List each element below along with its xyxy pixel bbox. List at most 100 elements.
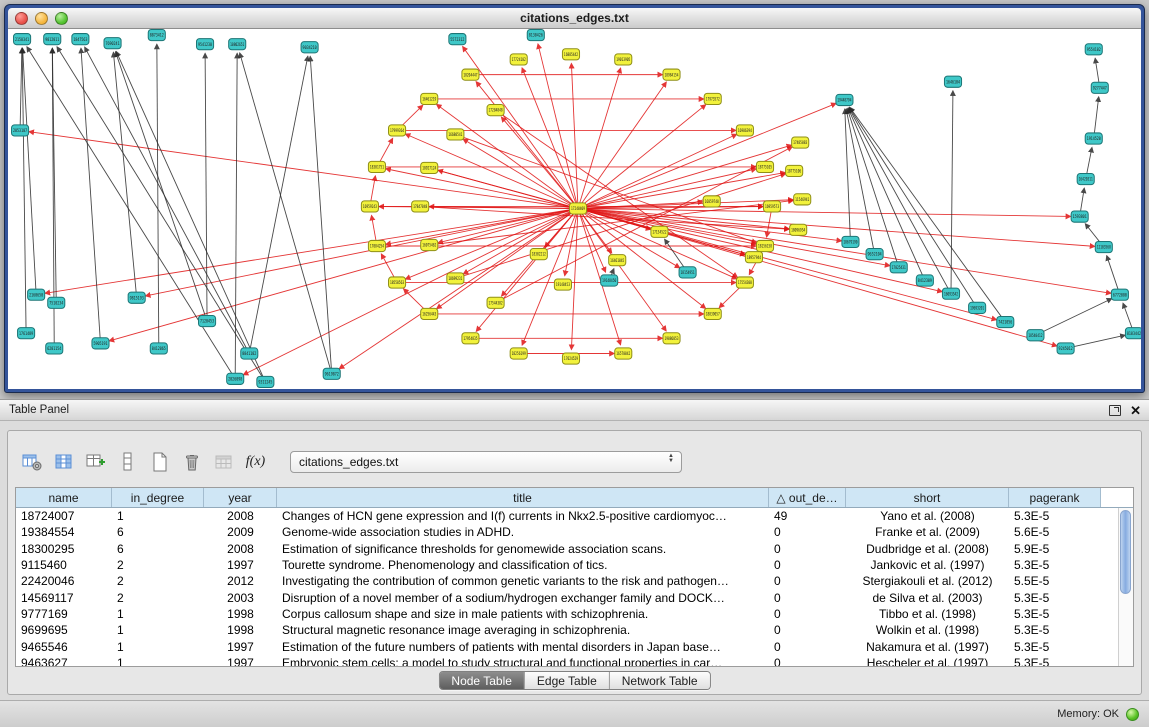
maximize-window-button[interactable] <box>55 12 68 25</box>
table-row[interactable]: 911546021997Tourette syndrome. Phenomeno… <box>16 557 1118 573</box>
graph-node[interactable]: 2160650 <box>28 289 45 300</box>
graph-node[interactable]: 17154522 <box>651 226 668 237</box>
graph-node[interactable]: 9652104 <box>866 249 883 260</box>
graph-edge[interactable] <box>22 48 26 333</box>
graph-node[interactable]: 10802651 <box>229 39 246 50</box>
graph-node[interactable]: 18156158 <box>756 240 773 251</box>
graph-node[interactable]: 2026098 <box>227 373 244 384</box>
graph-node[interactable]: 1593801 <box>1071 211 1088 222</box>
graph-node[interactable]: 17954835 <box>462 333 479 344</box>
tab-node-table[interactable]: Node Table <box>439 672 524 689</box>
table-row[interactable]: 969969511998Structural magnetic resonanc… <box>16 622 1118 638</box>
graph-edge[interactable] <box>845 109 851 242</box>
scrollbar-thumb[interactable] <box>1120 510 1131 594</box>
graph-node[interactable]: 16959573 <box>764 201 781 212</box>
graph-node[interactable]: 17544382 <box>487 297 504 308</box>
graph-node[interactable]: 16420311 <box>1077 174 1094 185</box>
graph-node[interactable]: 19148453 <box>554 279 571 290</box>
graph-edge[interactable] <box>438 208 578 242</box>
column-header-out_degree[interactable]: △ out_de… <box>769 488 846 507</box>
graph-node[interactable]: 16461045 <box>609 255 626 266</box>
delete-table-button[interactable] <box>178 449 205 476</box>
graph-node[interactable]: 18927124 <box>421 162 438 173</box>
graph-node[interactable]: 17485083 <box>792 137 809 148</box>
graph-node[interactable]: 1646104 <box>944 76 961 87</box>
graph-edge[interactable] <box>1094 97 1099 139</box>
graph-edge[interactable] <box>115 52 207 321</box>
table-row[interactable]: 1872400712008Changes of HCN gene express… <box>16 508 1118 524</box>
graph-edge[interactable] <box>240 53 332 374</box>
table-row[interactable]: 977716911998Corpus callosum shape and si… <box>16 606 1118 622</box>
column-header-short[interactable]: short <box>846 488 1009 507</box>
table-row[interactable]: 2242004622012Investigating the contribut… <box>16 573 1118 589</box>
graph-node[interactable]: 6772080 <box>1111 289 1128 300</box>
graph-edge[interactable] <box>578 208 737 278</box>
graph-node[interactable]: 19693201 <box>969 302 986 313</box>
graph-edge[interactable] <box>951 91 953 294</box>
graph-node[interactable]: 9012011 <box>44 34 61 45</box>
graph-node[interactable]: 16570042 <box>615 348 632 359</box>
graph-node[interactable]: 16075462 <box>421 239 438 250</box>
graph-node[interactable]: 18302212 <box>530 249 547 260</box>
graph-node[interactable]: 18679190 <box>842 236 859 247</box>
graph-node[interactable]: 16885442 <box>562 49 579 60</box>
graph-edge[interactable] <box>578 82 666 208</box>
graph-node[interactable]: 9245012 <box>1057 343 1074 354</box>
tab-edge-table[interactable]: Edge Table <box>524 672 609 689</box>
graph-edge[interactable] <box>109 208 578 340</box>
graph-node[interactable]: 19148450 <box>601 275 618 286</box>
create-column-button[interactable] <box>82 449 109 476</box>
row-height-button[interactable] <box>114 449 141 476</box>
graph-edge[interactable] <box>205 53 207 321</box>
graph-node[interactable]: 18540412 <box>1027 330 1044 341</box>
graph-node[interactable]: 18984154 <box>663 69 680 80</box>
graph-node[interactable]: 18550563 <box>389 277 406 288</box>
minimize-window-button[interactable] <box>35 12 48 25</box>
graph-node[interactable]: 19086053 <box>663 333 680 344</box>
graph-edge[interactable] <box>463 208 578 273</box>
graph-edge[interactable] <box>157 44 159 348</box>
memory-status-indicator[interactable] <box>1126 708 1139 721</box>
graph-node[interactable]: 17847048 <box>412 201 429 212</box>
table-panel-titlebar[interactable]: Table Panel ✕ <box>0 400 1149 421</box>
graph-node[interactable]: 9311245 <box>257 376 274 387</box>
graph-node[interactable]: 8130426 <box>527 30 544 41</box>
new-table-button[interactable] <box>146 449 173 476</box>
network-window-titlebar[interactable]: citations_edges.txt <box>8 8 1141 29</box>
graph-node[interactable]: 8412309 <box>916 275 933 286</box>
graph-node[interactable]: 18775106 <box>786 165 803 176</box>
graph-node[interactable]: 17724102 <box>510 54 527 65</box>
graph-node[interactable]: 2053107 <box>12 125 29 136</box>
graph-edge[interactable] <box>463 139 578 208</box>
graph-edge[interactable] <box>45 208 578 293</box>
table-row[interactable]: 946362711997Embryonic stem cells: a mode… <box>16 655 1118 666</box>
graph-edge[interactable] <box>429 168 745 255</box>
show-columns-button[interactable] <box>50 449 77 476</box>
graph-edge[interactable] <box>571 208 578 349</box>
graph-node[interactable]: 7421056 <box>997 316 1014 327</box>
graph-edge[interactable] <box>85 47 250 353</box>
table-row[interactable]: 1830029562008Estimation of significance … <box>16 541 1118 557</box>
graph-node[interactable]: 16256443 <box>421 308 438 319</box>
close-window-button[interactable] <box>15 12 28 25</box>
graph-node[interactable]: 5572312 <box>449 34 466 45</box>
network-table-select[interactable]: citations_edges.txt ▲▼ <box>290 451 682 473</box>
graph-edge[interactable] <box>57 47 265 382</box>
graph-edge[interactable] <box>249 56 308 353</box>
graph-edge[interactable] <box>420 206 789 229</box>
column-header-name[interactable]: name <box>16 488 112 507</box>
graph-node[interactable]: 1761489 <box>18 328 35 339</box>
graph-node[interactable]: 12103568 <box>1095 241 1112 252</box>
graph-node[interactable]: 16906394 <box>736 125 753 136</box>
graph-node[interactable]: 16059740 <box>703 196 720 207</box>
graph-node[interactable]: 2150341 <box>14 34 31 45</box>
table-mode-button[interactable] <box>18 449 45 476</box>
graph-node[interactable]: 16093542 <box>942 288 959 299</box>
graph-node[interactable]: 18096954 <box>790 224 807 235</box>
graph-node[interactable]: 18204447 <box>462 69 479 80</box>
graph-node[interactable]: 9277447 <box>1091 82 1108 93</box>
float-panel-icon[interactable] <box>1109 405 1121 416</box>
graph-edge[interactable] <box>20 48 22 130</box>
graph-node[interactable]: 1914520 <box>1085 133 1102 144</box>
graph-node[interactable]: 8412065 <box>150 343 167 354</box>
